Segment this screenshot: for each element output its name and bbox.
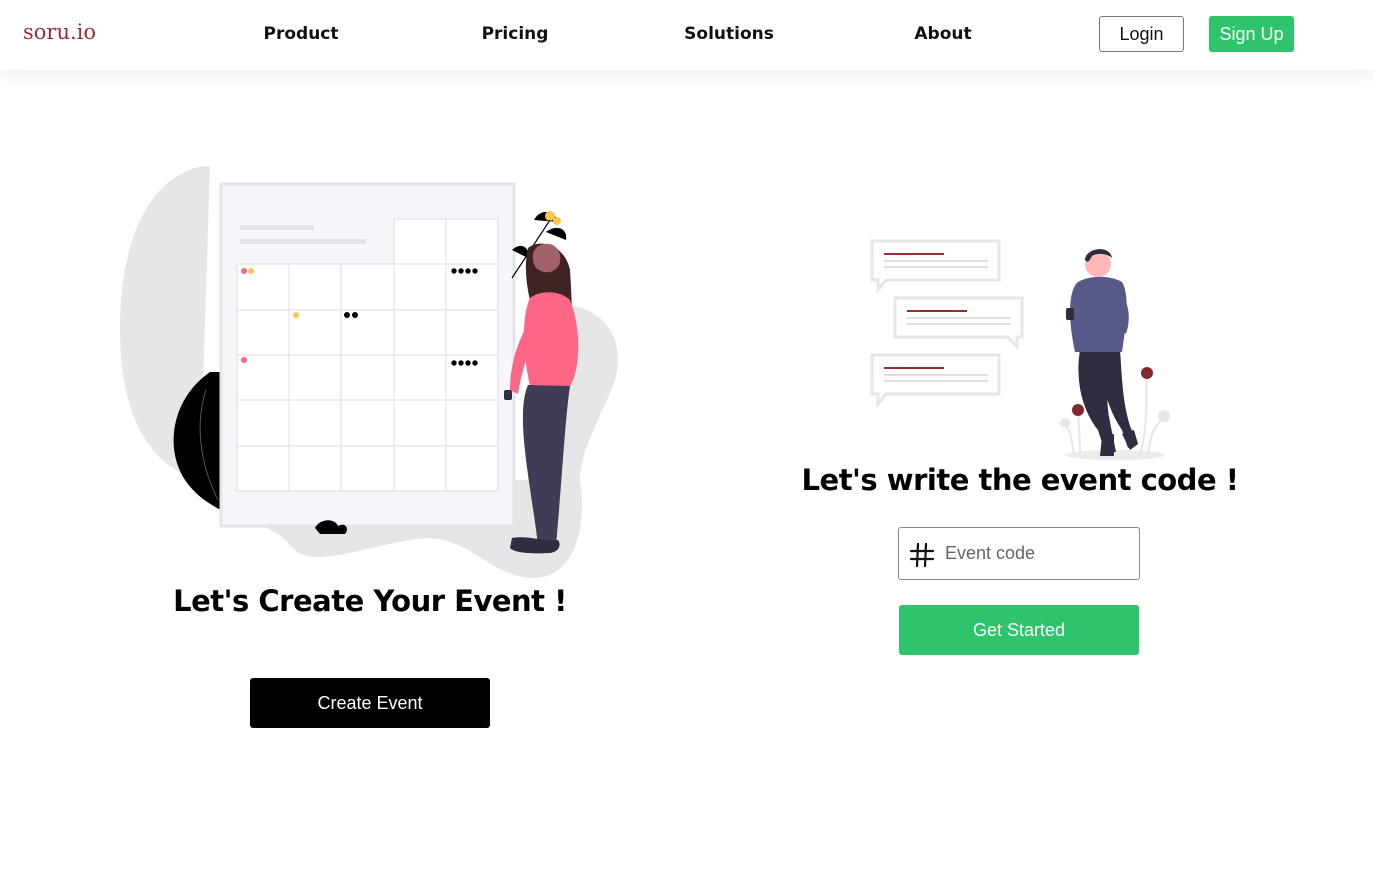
nav-link-about[interactable]: About xyxy=(914,24,971,44)
logo[interactable]: soru.io xyxy=(23,20,96,44)
nav-link-product[interactable]: Product xyxy=(264,24,339,44)
signup-button[interactable]: Sign Up xyxy=(1209,16,1294,52)
hash-icon xyxy=(909,542,935,568)
event-code-input[interactable] xyxy=(945,536,1130,571)
login-button[interactable]: Login xyxy=(1099,16,1184,52)
event-code-heading: Let's write the event code ! xyxy=(801,463,1239,497)
create-event-heading: Let's Create Your Event ! xyxy=(173,584,567,618)
event-code-field[interactable] xyxy=(898,527,1140,580)
top-navbar: soru.io Product Pricing Solutions About … xyxy=(0,0,1373,70)
create-event-button[interactable]: Create Event xyxy=(250,678,490,728)
nav-link-pricing[interactable]: Pricing xyxy=(482,24,549,44)
get-started-button[interactable]: Get Started xyxy=(899,605,1139,655)
chat-man-illustration xyxy=(870,239,1170,460)
nav-link-solutions[interactable]: Solutions xyxy=(684,24,774,44)
calendar-woman-illustration xyxy=(120,166,619,579)
